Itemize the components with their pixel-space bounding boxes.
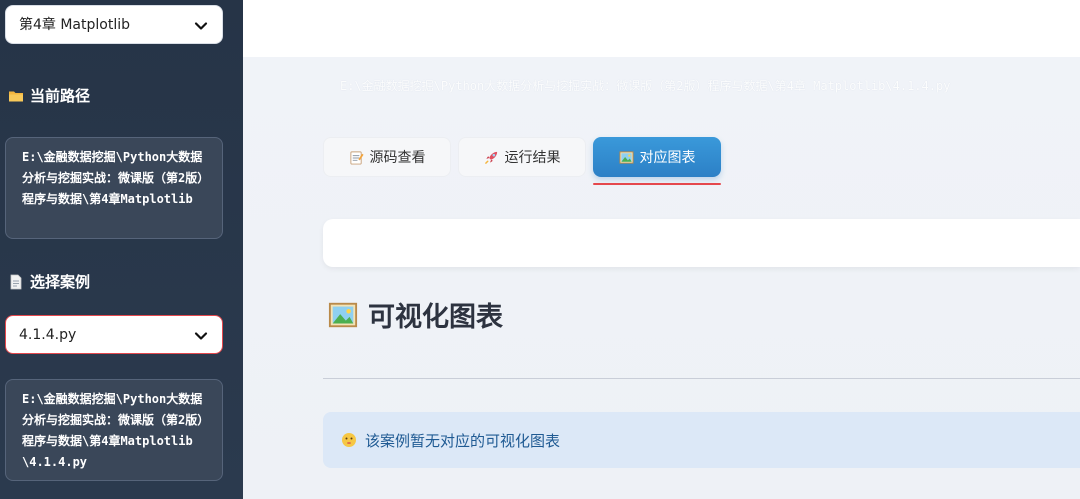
active-tab-indicator (593, 183, 721, 185)
tab-chart[interactable]: 对应图表 (593, 137, 721, 177)
picture-icon (328, 302, 358, 327)
tab-source[interactable]: 源码查看 (323, 137, 451, 177)
chevron-down-icon (194, 22, 208, 30)
case-heading: 选择案例 (8, 271, 90, 292)
case-title: 选择案例 (30, 273, 91, 291)
tab-source-label: 源码查看 (369, 150, 426, 166)
empty-card (323, 219, 1080, 267)
document-icon (10, 274, 22, 289)
rocket-icon (484, 151, 497, 164)
current-path-box: E:\金融数据挖掘\Python大数据分析与挖掘实战：微课版（第2版）程序与数据… (5, 137, 223, 239)
memo-icon (349, 150, 364, 165)
breadcrumb: E:\金融数据挖掘\Python大数据分析与挖掘实战：微课版（第2版）程序与数据… (340, 79, 951, 93)
case-path-box: E:\金融数据挖掘\Python大数据分析与挖掘实战：微课版（第2版）程序与数据… (5, 379, 223, 481)
info-message: 该案例暂无对应的可视化图表 (365, 431, 561, 450)
current-path-title: 当前路径 (30, 87, 91, 105)
divider (323, 378, 1080, 379)
tab-result[interactable]: 运行结果 (458, 137, 586, 177)
tab-chart-label: 对应图表 (639, 150, 696, 166)
chevron-down-icon (194, 332, 208, 340)
folder-icon (9, 91, 23, 101)
top-bar (243, 0, 1080, 57)
page-title-text: 可视化图表 (368, 302, 503, 333)
current-path-heading: 当前路径 (8, 85, 90, 106)
picture-icon (618, 150, 634, 164)
chapter-select-value: 第4章 Matplotlib (19, 17, 131, 33)
case-select[interactable]: 4.1.4.py (5, 315, 223, 354)
main-content: E:\金融数据挖掘\Python大数据分析与挖掘实战：微课版（第2版）程序与数据… (243, 57, 1080, 499)
page-title: 可视化图表 (328, 295, 503, 334)
case-select-value: 4.1.4.py (19, 327, 77, 343)
tab-result-label: 运行结果 (504, 150, 561, 166)
chapter-select[interactable]: 第4章 Matplotlib (5, 5, 223, 44)
sidebar: 第4章 Matplotlib 当前路径 E:\金融数据挖掘\Python大数据分… (0, 0, 243, 499)
info-alert: 该案例暂无对应的可视化图表 (323, 412, 1080, 468)
thinking-face-icon (342, 433, 356, 447)
